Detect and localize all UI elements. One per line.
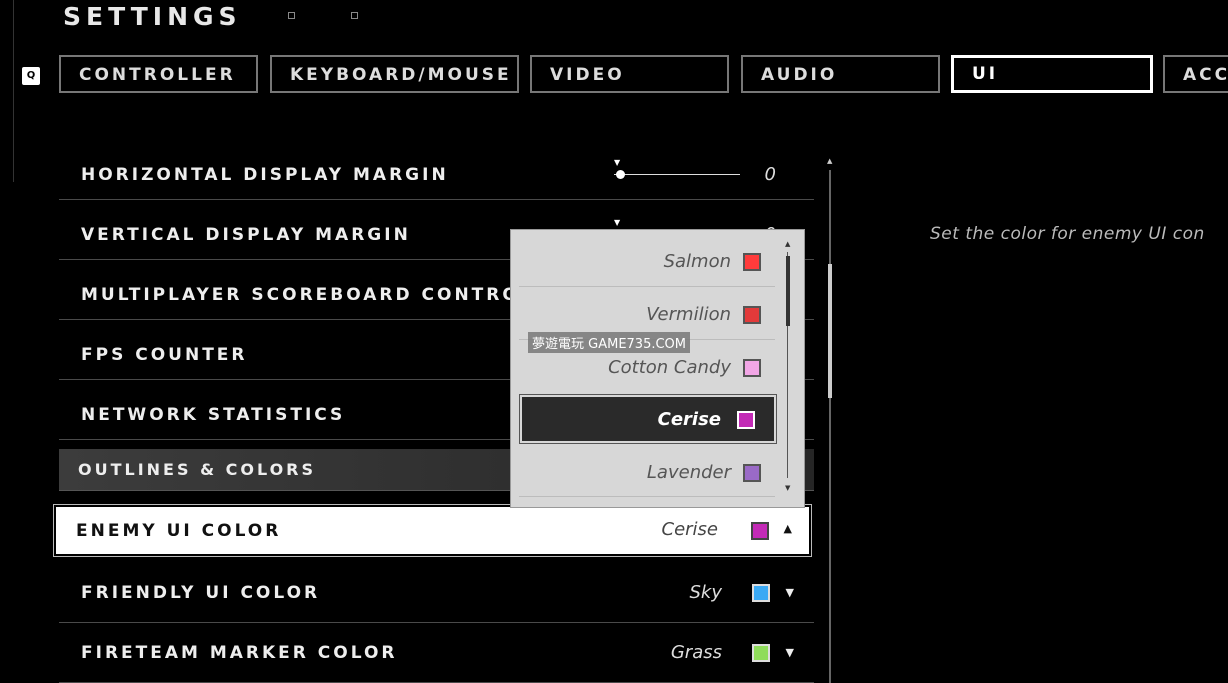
row-label: HORIZONTAL DISPLAY MARGIN	[81, 165, 449, 185]
caret-up-icon[interactable]: ▲	[784, 522, 792, 535]
row-fireteam-marker-color[interactable]: FIRETEAM MARKER COLOR Grass ▼	[59, 623, 814, 683]
left-divider	[13, 0, 14, 182]
row-horizontal-display-margin[interactable]: HORIZONTAL DISPLAY MARGIN ▼ 0	[59, 140, 814, 200]
scroll-up-icon[interactable]: ▲	[827, 157, 832, 165]
row-friendly-ui-color[interactable]: FRIENDLY UI COLOR Sky ▼	[59, 563, 814, 623]
margin-value: 0	[764, 164, 776, 185]
row-enemy-ui-color[interactable]: ENEMY UI COLOR Cerise ▲	[56, 507, 809, 554]
option-swatch	[743, 253, 761, 271]
option-label: Cerise	[657, 409, 721, 430]
option-label: Vermilion	[646, 304, 731, 325]
triangle-down-icon: ▼	[614, 218, 621, 227]
enemy-color-swatch	[751, 522, 769, 540]
margin-slider-handle[interactable]	[616, 170, 625, 179]
option-swatch	[743, 306, 761, 324]
row-label: ENEMY UI COLOR	[76, 521, 282, 541]
row-label: MULTIPLAYER SCOREBOARD CONTROL	[81, 285, 534, 305]
dropdown-option-cerise[interactable]: Cerise	[522, 397, 774, 441]
row-label: FPS COUNTER	[81, 345, 248, 365]
section-label: OUTLINES & COLORS	[78, 460, 317, 479]
option-label: Cotton Candy	[608, 357, 731, 378]
fireteam-color-swatch	[752, 644, 770, 662]
friendly-color-swatch	[752, 584, 770, 602]
tab-controller[interactable]: CONTROLLER	[59, 55, 258, 93]
page-dot-icon	[351, 12, 358, 19]
dropdown-divider	[519, 496, 775, 497]
tab-video[interactable]: VIDEO	[530, 55, 729, 93]
caret-down-icon[interactable]: ▼	[786, 586, 794, 599]
dropdown-option-vermilion[interactable]: Vermilion	[519, 292, 779, 337]
option-swatch	[743, 464, 761, 482]
row-label: VERTICAL DISPLAY MARGIN	[81, 225, 411, 245]
enemy-color-value: Cerise	[661, 519, 719, 540]
dropdown-divider	[519, 286, 775, 287]
row-label: NETWORK STATISTICS	[81, 405, 346, 425]
option-label: Lavender	[646, 462, 731, 483]
margin-slider-track[interactable]	[614, 174, 740, 175]
row-label: FIRETEAM MARKER COLOR	[81, 643, 398, 663]
tab-ui[interactable]: UI	[951, 55, 1153, 93]
settings-scrollbar-thumb[interactable]	[828, 264, 832, 398]
dropdown-option-salmon[interactable]: Salmon	[519, 239, 779, 284]
caret-down-icon[interactable]: ▼	[786, 646, 794, 659]
dropdown-scrollbar-thumb[interactable]	[786, 256, 790, 326]
scroll-down-icon[interactable]: ▼	[785, 484, 790, 492]
setting-description: Set the color for enemy UI con	[930, 224, 1205, 244]
option-label: Salmon	[663, 251, 731, 272]
dropdown-option-lavender[interactable]: Lavender	[519, 450, 779, 495]
scroll-up-icon[interactable]: ▲	[785, 240, 790, 248]
friendly-color-value: Sky	[689, 582, 722, 603]
row-label: FRIENDLY UI COLOR	[81, 583, 321, 603]
tab-keyboard-mouse[interactable]: KEYBOARD/MOUSE	[270, 55, 519, 93]
tab-audio[interactable]: AUDIO	[741, 55, 940, 93]
page-dot-icon	[288, 12, 295, 19]
triangle-down-icon: ▼	[614, 158, 621, 167]
fireteam-color-value: Grass	[670, 642, 722, 663]
option-swatch	[737, 411, 755, 429]
color-dropdown-list[interactable]: Salmon Vermilion Cotton Candy Cerise Lav…	[510, 229, 805, 508]
option-swatch	[743, 359, 761, 377]
page-title: SETTINGS	[63, 2, 242, 31]
watermark: 夢遊電玩 GAME735.COM	[528, 332, 691, 353]
tab-accessibility[interactable]: ACC	[1163, 55, 1228, 93]
settings-scrollbar-track[interactable]	[829, 170, 831, 683]
prev-tab-key-hint[interactable]: Q	[22, 67, 40, 85]
